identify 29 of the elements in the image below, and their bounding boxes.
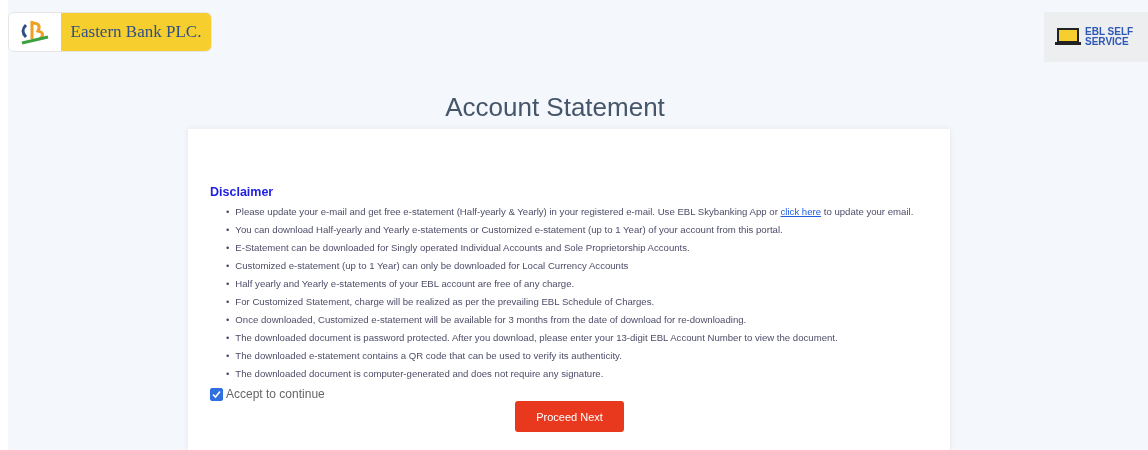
disclaimer-item: The downloaded document is password protected. After you download, please enter your 13-digit EBL Account Number to view the document. [235,332,838,344]
laptop-icon [1055,28,1081,46]
bullet: • [226,242,230,254]
disclaimer-item: Please update your e-mail and get free e-statement (Half-yearly & Yearly) in your registered e-mail. Use EBL Skybanking App or click here to update your email. [235,206,914,218]
bullet: • [226,332,230,344]
disclaimer-item: Half yearly and Yearly e-statements of your EBL account are free of any charge. [235,278,575,290]
disclaimer-item: Once downloaded, Customized e-statement will be available for 3 months from the date of download for re-downloading. [235,314,747,326]
bullet: • [226,368,230,380]
click-here-link[interactable]: click here [780,206,822,217]
proceed-next-button[interactable]: Proceed Next [515,401,624,432]
disclaimer-item: The downloaded e-statement contains a QR code that can be used to verify its authenticity. [235,350,622,362]
disclaimer-item: Customized e-statement (up to 1 Year) can only be downloaded for Local Currency Accounts [235,260,629,272]
bullet: • [226,224,230,236]
bank-name: Eastern Bank PLC. [61,13,211,51]
bullet: • [226,296,230,308]
bullet: • [226,260,230,272]
disclaimer-heading: Disclaimer [210,185,274,199]
bullet: • [226,278,230,290]
disclaimer-item: The downloaded document is computer-generated and does not require any signature. [235,368,604,380]
disclaimer-item: You can download Half-yearly and Yearly e-statements or Customized e-statement (up to 1 Year) of your account from this portal. [235,224,783,236]
disclaimer-item: E-Statement can be downloaded for Singly operated Individual Accounts and Sole Proprietorship Accounts. [235,242,690,254]
disclaimer-item: For Customized Statement, charge will be realized as per the prevailing EBL Schedule of Charges. [235,296,655,308]
bullet: • [226,206,230,218]
self-service-label: EBL SELF SERVICE [1085,27,1135,47]
bullet: • [226,350,230,362]
page-title: Account Statement [445,92,666,123]
bullet: • [226,314,230,326]
accept-label: Accept to continue [226,387,325,401]
accept-checkbox[interactable] [210,387,223,401]
